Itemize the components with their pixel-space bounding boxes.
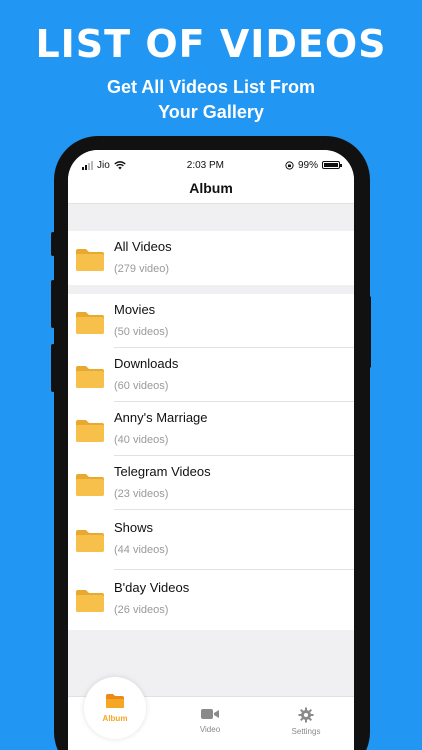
album-row[interactable]: Anny's Marriage (40 videos) [68, 402, 354, 456]
phone-volume-up [51, 280, 55, 328]
album-row[interactable]: Shows (44 videos) [68, 510, 354, 570]
album-name: All Videos [114, 239, 172, 254]
battery-icon [322, 161, 342, 169]
promo-subtitle-line-2: Your Gallery [158, 102, 264, 122]
promo-subtitle-line-1: Get All Videos List From [106, 77, 316, 97]
promo-title: LIST OF VIDEOS [35, 22, 387, 66]
gear-icon [298, 707, 314, 723]
status-time: 2:03 PM [186, 159, 225, 171]
tab-label: Album [102, 714, 128, 723]
tab-album[interactable]: Album [84, 677, 146, 739]
album-list: Movies (50 videos) Downloads (60 videos)… [68, 294, 354, 630]
folder-icon [76, 530, 104, 552]
tab-label: Settings [291, 727, 321, 736]
phone-mute-switch [51, 232, 55, 256]
status-bar: Jio 2:03 PM 99% [68, 150, 354, 180]
page-title: Album [189, 180, 233, 196]
tab-label: Video [199, 725, 221, 734]
carrier-label: Jio [97, 159, 110, 171]
album-row[interactable]: B'day Videos (26 videos) [68, 570, 354, 630]
tab-bar: Album Video Settings [68, 677, 354, 750]
video-camera-icon [201, 709, 219, 719]
folder-icon [76, 312, 104, 334]
album-count: (50 videos) [114, 326, 169, 338]
album-row[interactable]: Downloads (60 videos) [68, 348, 354, 402]
phone-power-button [367, 296, 371, 368]
album-row[interactable]: Telegram Videos (23 videos) [68, 456, 354, 510]
folder-icon [106, 694, 124, 708]
promo-subtitle: Get All Videos List From Your Gallery [0, 75, 422, 125]
folder-icon [76, 420, 104, 442]
album-row-all-videos[interactable]: All Videos (279 video) [68, 231, 354, 285]
all-videos-group: All Videos (279 video) [68, 231, 354, 285]
album-count: (23 videos) [114, 488, 169, 500]
folder-icon [76, 366, 104, 388]
album-name: Shows [114, 520, 154, 535]
album-row[interactable]: Movies (50 videos) [68, 294, 354, 348]
tab-settings[interactable]: Settings [271, 697, 341, 750]
nav-bar: Album [68, 180, 354, 204]
album-name: Anny's Marriage [114, 410, 208, 425]
album-name: Movies [114, 302, 156, 317]
tab-video[interactable]: Video [175, 697, 245, 750]
album-count: (279 video) [114, 263, 170, 275]
album-count: (40 videos) [114, 434, 169, 446]
folder-icon [76, 590, 104, 612]
folder-icon [76, 249, 104, 271]
battery-percent: 99% [297, 159, 318, 171]
phone-volume-down [51, 344, 55, 392]
album-count: (44 videos) [114, 544, 169, 556]
album-name: Downloads [114, 356, 179, 371]
orientation-lock-icon [285, 160, 294, 170]
signal-icon [82, 160, 93, 170]
folder-icon [76, 474, 104, 496]
wifi-icon [114, 160, 126, 169]
album-count: (60 videos) [114, 380, 169, 392]
phone-screen: Jio 2:03 PM 99% Album All Videos (279 vi… [68, 150, 354, 750]
album-count: (26 videos) [114, 604, 169, 616]
album-name: Telegram Videos [114, 464, 211, 479]
album-name: B'day Videos [114, 580, 190, 595]
